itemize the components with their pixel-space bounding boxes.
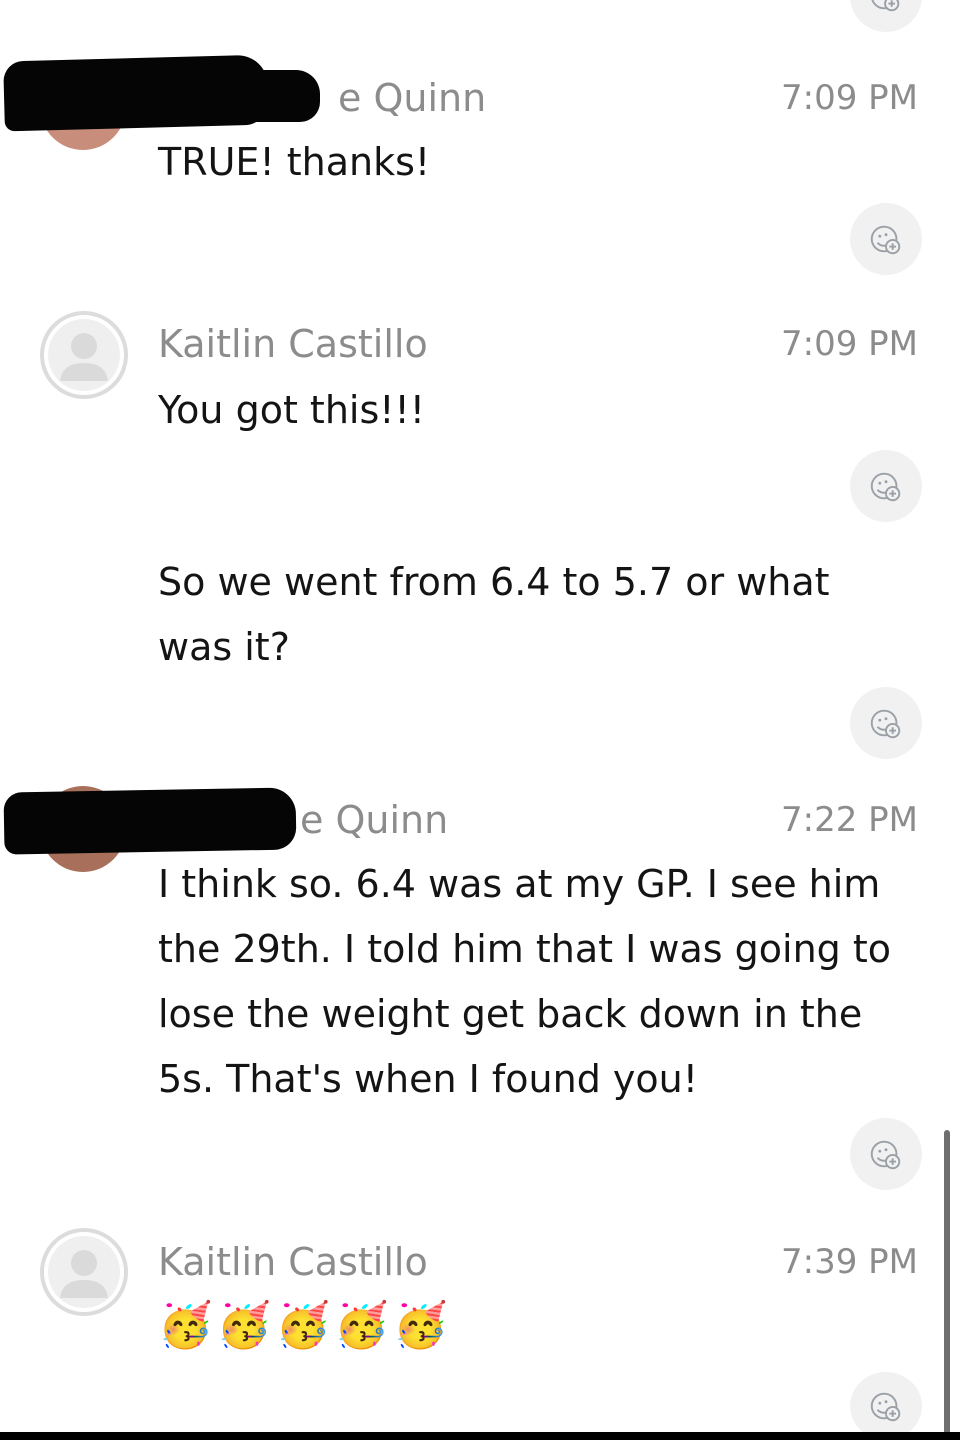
person-placeholder-icon bbox=[48, 319, 120, 391]
message-text: So we went from 6.4 to 5.7 or what was i… bbox=[158, 560, 830, 669]
message-text: TRUE! thanks! bbox=[158, 140, 431, 184]
message-text: 🥳🥳🥳🥳🥳 bbox=[158, 1300, 452, 1351]
add-reaction-button[interactable] bbox=[850, 0, 922, 32]
message-time: 7:09 PM bbox=[781, 78, 918, 118]
message-time: 7:39 PM bbox=[781, 1242, 918, 1282]
add-reaction-icon bbox=[870, 709, 901, 739]
message-text: You got this!!! bbox=[158, 388, 425, 432]
sender-name[interactable]: Kaitlin Castillo bbox=[158, 1240, 428, 1284]
avatar-placeholder[interactable] bbox=[40, 1228, 128, 1316]
sender-name[interactable]: e Quinn bbox=[338, 76, 486, 120]
message-text: I think so. 6.4 was at my GP. I see him … bbox=[158, 862, 892, 1101]
add-reaction-button[interactable] bbox=[850, 203, 922, 275]
add-reaction-icon bbox=[870, 1140, 901, 1170]
bottom-edge bbox=[0, 1432, 960, 1440]
message-time: 7:22 PM bbox=[781, 800, 918, 840]
add-reaction-icon bbox=[871, 0, 900, 12]
add-reaction-button[interactable] bbox=[850, 687, 922, 759]
add-reaction-icon bbox=[870, 1392, 901, 1422]
sender-name[interactable]: e Quinn bbox=[300, 798, 448, 842]
add-reaction-button[interactable] bbox=[850, 1118, 922, 1190]
redaction-mark bbox=[3, 787, 297, 855]
sender-name[interactable]: Kaitlin Castillo bbox=[158, 322, 428, 366]
add-reaction-button[interactable] bbox=[850, 1372, 922, 1440]
add-reaction-icon bbox=[870, 225, 901, 255]
scrollbar[interactable] bbox=[944, 1130, 950, 1440]
message-time: 7:09 PM bbox=[781, 324, 918, 364]
person-placeholder-icon bbox=[48, 1236, 120, 1308]
avatar-placeholder[interactable] bbox=[40, 311, 128, 399]
add-reaction-icon bbox=[870, 472, 901, 502]
add-reaction-button[interactable] bbox=[850, 450, 922, 522]
redaction-mark bbox=[80, 70, 320, 122]
